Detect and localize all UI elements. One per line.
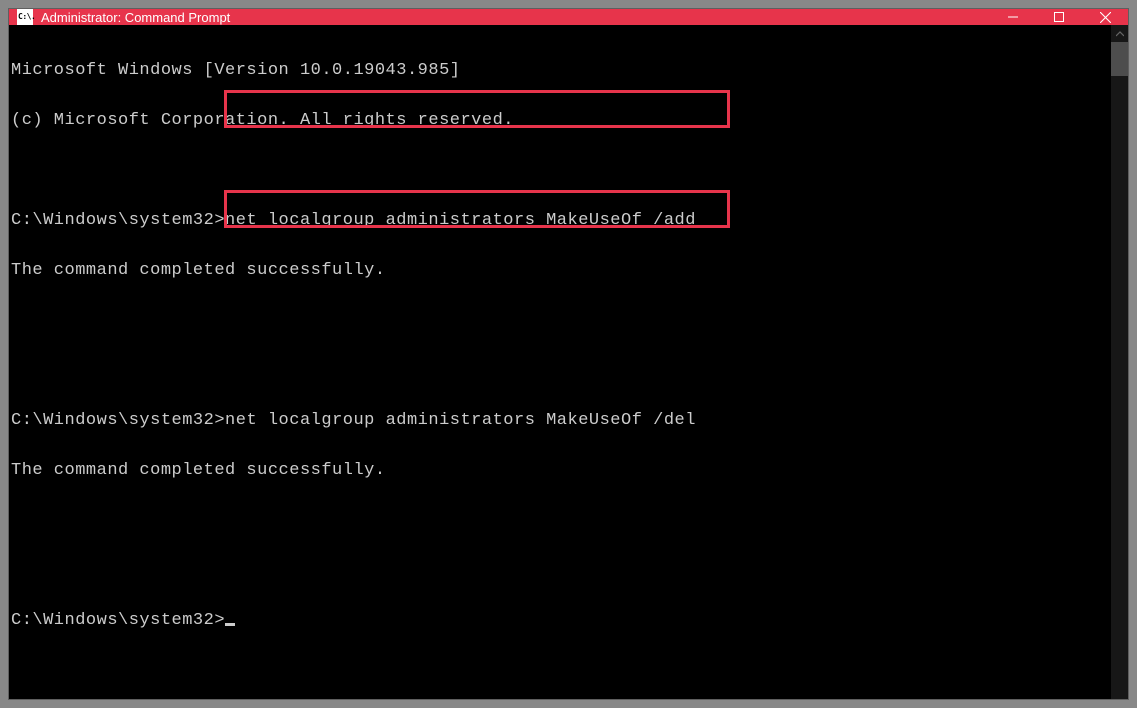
minimize-icon: [1008, 12, 1018, 22]
result-2: The command completed successfully.: [11, 461, 386, 480]
prompt-1: C:\Windows\system32>: [11, 211, 225, 230]
banner-line-1: Microsoft Windows [Version 10.0.19043.98…: [11, 61, 460, 80]
close-button[interactable]: [1082, 9, 1128, 25]
window-title: Administrator: Command Prompt: [41, 10, 230, 25]
prompt-3: C:\Windows\system32>: [11, 611, 225, 630]
maximize-icon: [1054, 12, 1064, 22]
command-2: net localgroup administrators MakeUseOf …: [225, 411, 696, 430]
result-1: The command completed successfully.: [11, 261, 386, 280]
scroll-up-button[interactable]: [1111, 25, 1128, 42]
window-controls: [990, 9, 1128, 25]
scroll-thumb[interactable]: [1111, 42, 1128, 76]
maximize-button[interactable]: [1036, 9, 1082, 25]
banner-line-2: (c) Microsoft Corporation. All rights re…: [11, 111, 514, 130]
command-1: net localgroup administrators MakeUseOf …: [225, 211, 696, 230]
chevron-up-icon: [1116, 30, 1124, 38]
cmd-icon: C:\.: [17, 9, 33, 25]
command-prompt-window: C:\. Administrator: Command Prompt Micro…: [9, 9, 1128, 699]
vertical-scrollbar[interactable]: [1111, 25, 1128, 699]
titlebar[interactable]: C:\. Administrator: Command Prompt: [9, 9, 1128, 25]
terminal-output[interactable]: Microsoft Windows [Version 10.0.19043.98…: [9, 25, 1111, 699]
prompt-2: C:\Windows\system32>: [11, 411, 225, 430]
window-body: Microsoft Windows [Version 10.0.19043.98…: [9, 25, 1128, 699]
minimize-button[interactable]: [990, 9, 1036, 25]
cursor: [225, 623, 235, 626]
close-icon: [1100, 12, 1111, 23]
